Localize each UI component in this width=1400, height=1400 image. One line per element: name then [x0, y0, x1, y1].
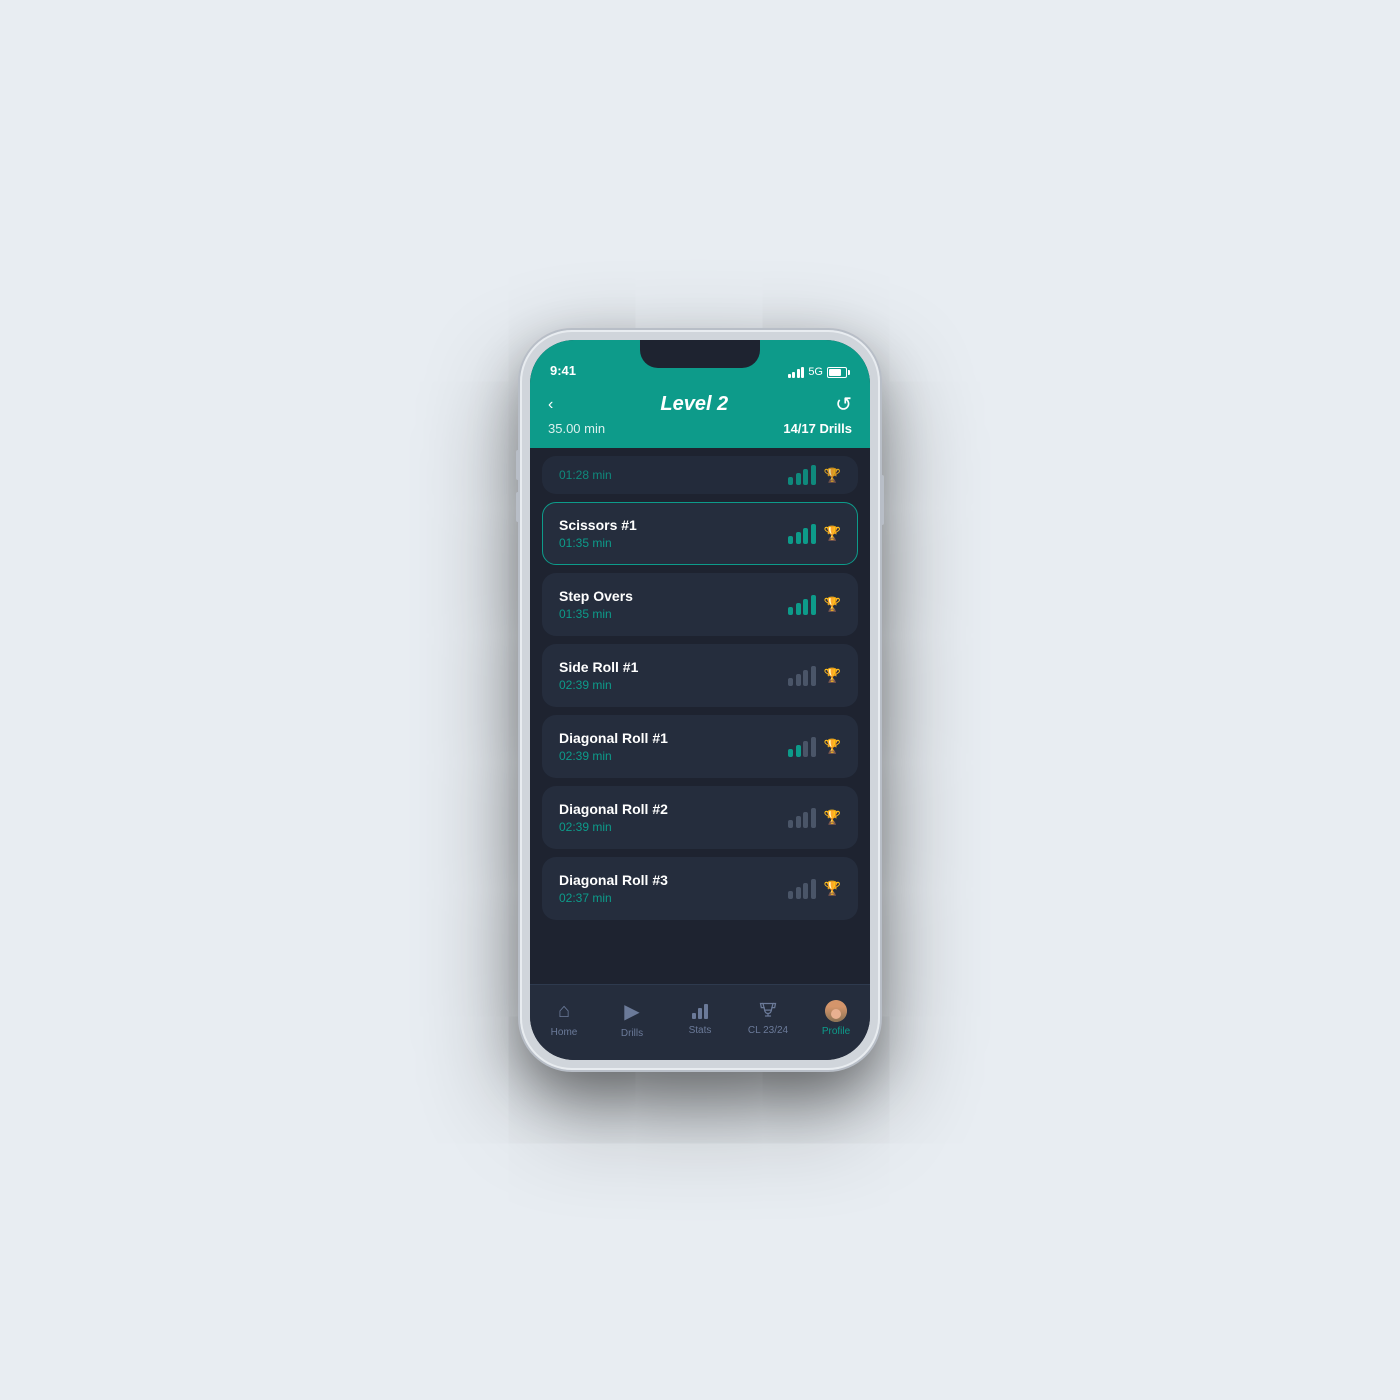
level-header: ‹ Level 2 ↺ 35.00 min 14/17 Drills — [530, 384, 870, 448]
stats-icon — [690, 1001, 710, 1021]
drill-time: 02:39 min — [559, 749, 668, 763]
refresh-button[interactable]: ↺ — [835, 392, 852, 417]
drill-name: Scissors #1 — [559, 517, 637, 533]
progress-bars — [788, 524, 816, 544]
trophy-icon: 🏆 — [824, 738, 841, 755]
notch — [640, 340, 760, 368]
nav-item-cl[interactable]: CL 23/24 — [742, 1001, 794, 1036]
nav-label-stats: Stats — [689, 1025, 712, 1036]
drills-list: 01:28 min 🏆 Scissors #1 01:35 min — [530, 448, 870, 984]
trophy-icon: 🏆 — [824, 809, 841, 826]
drill-item[interactable]: 01:28 min 🏆 — [542, 456, 858, 494]
drill-item[interactable]: Scissors #1 01:35 min 🏆 — [542, 502, 858, 565]
drill-info: Scissors #1 01:35 min — [559, 517, 637, 550]
drill-time: 02:39 min — [559, 820, 668, 834]
home-icon: ⌂ — [558, 1000, 570, 1023]
drill-name: Side Roll #1 — [559, 659, 638, 675]
trophy-icon: 🏆 — [824, 667, 841, 684]
drill-item[interactable]: Diagonal Roll #1 02:39 min 🏆 — [542, 715, 858, 778]
drill-item[interactable]: Step Overs 01:35 min 🏆 — [542, 573, 858, 636]
battery-icon — [827, 367, 850, 378]
drill-name: Diagonal Roll #1 — [559, 730, 668, 746]
header-stats: 35.00 min 14/17 Drills — [548, 419, 852, 436]
drill-right: 🏆 — [788, 666, 841, 686]
drills-count: 14/17 Drills — [783, 421, 852, 436]
trophy-icon: 🏆 — [824, 525, 841, 542]
drill-right: 🏆 — [788, 737, 841, 757]
trophy-icon: 🏆 — [824, 596, 841, 613]
drill-time: 02:39 min — [559, 678, 638, 692]
level-duration: 35.00 min — [548, 421, 605, 436]
progress-bars — [788, 879, 816, 899]
drills-icon: ▶ — [624, 999, 639, 1024]
back-button[interactable]: ‹ — [548, 396, 553, 414]
phone-device: 9:41 5G ‹ Lev — [520, 330, 880, 1070]
nav-item-drills[interactable]: ▶ Drills — [606, 999, 658, 1039]
progress-bars — [788, 595, 816, 615]
cl-icon — [758, 1001, 778, 1021]
nav-item-profile[interactable]: Profile — [810, 1000, 862, 1037]
progress-bars — [788, 808, 816, 828]
volume-down-button — [516, 492, 520, 522]
drill-right: 🏆 — [788, 465, 841, 485]
level-title: Level 2 — [660, 393, 728, 416]
drill-right: 🏆 — [788, 524, 841, 544]
drill-name: Diagonal Roll #3 — [559, 872, 668, 888]
nav-item-stats[interactable]: Stats — [674, 1001, 726, 1036]
drill-info: Diagonal Roll #1 02:39 min — [559, 730, 668, 763]
progress-bars — [788, 737, 816, 757]
progress-bars — [788, 465, 816, 485]
drill-info: Step Overs 01:35 min — [559, 588, 633, 621]
trophy-icon: 🏆 — [824, 880, 841, 897]
bottom-nav: ⌂ Home ▶ Drills Stats — [530, 984, 870, 1060]
drill-time: 01:35 min — [559, 536, 637, 550]
header-top: ‹ Level 2 ↺ — [548, 392, 852, 417]
nav-label-home: Home — [551, 1027, 578, 1038]
drill-info: 01:28 min — [559, 468, 612, 482]
drill-right: 🏆 — [788, 595, 841, 615]
drill-time: 02:37 min — [559, 891, 668, 905]
drill-info: Diagonal Roll #2 02:39 min — [559, 801, 668, 834]
drill-item[interactable]: Diagonal Roll #3 02:37 min 🏆 — [542, 857, 858, 920]
drill-right: 🏆 — [788, 808, 841, 828]
drill-name: Step Overs — [559, 588, 633, 604]
status-icons: 5G — [788, 366, 850, 378]
drill-time: 01:28 min — [559, 468, 612, 482]
drill-info: Side Roll #1 02:39 min — [559, 659, 638, 692]
drill-name: Diagonal Roll #2 — [559, 801, 668, 817]
drill-info: Diagonal Roll #3 02:37 min — [559, 872, 668, 905]
progress-bars — [788, 666, 816, 686]
volume-up-button — [516, 450, 520, 480]
signal-icon — [788, 367, 805, 378]
drill-item[interactable]: Side Roll #1 02:39 min 🏆 — [542, 644, 858, 707]
phone-screen: 9:41 5G ‹ Lev — [530, 340, 870, 1060]
status-time: 9:41 — [550, 363, 576, 378]
drill-right: 🏆 — [788, 879, 841, 899]
drill-item[interactable]: Diagonal Roll #2 02:39 min 🏆 — [542, 786, 858, 849]
nav-label-cl: CL 23/24 — [748, 1025, 788, 1036]
nav-label-drills: Drills — [621, 1028, 643, 1039]
power-button — [880, 475, 884, 525]
trophy-icon: 🏆 — [824, 467, 841, 484]
nav-label-profile: Profile — [822, 1026, 850, 1037]
profile-avatar — [825, 1000, 847, 1022]
network-label: 5G — [808, 366, 823, 378]
nav-item-home[interactable]: ⌂ Home — [538, 1000, 590, 1038]
drill-time: 01:35 min — [559, 607, 633, 621]
